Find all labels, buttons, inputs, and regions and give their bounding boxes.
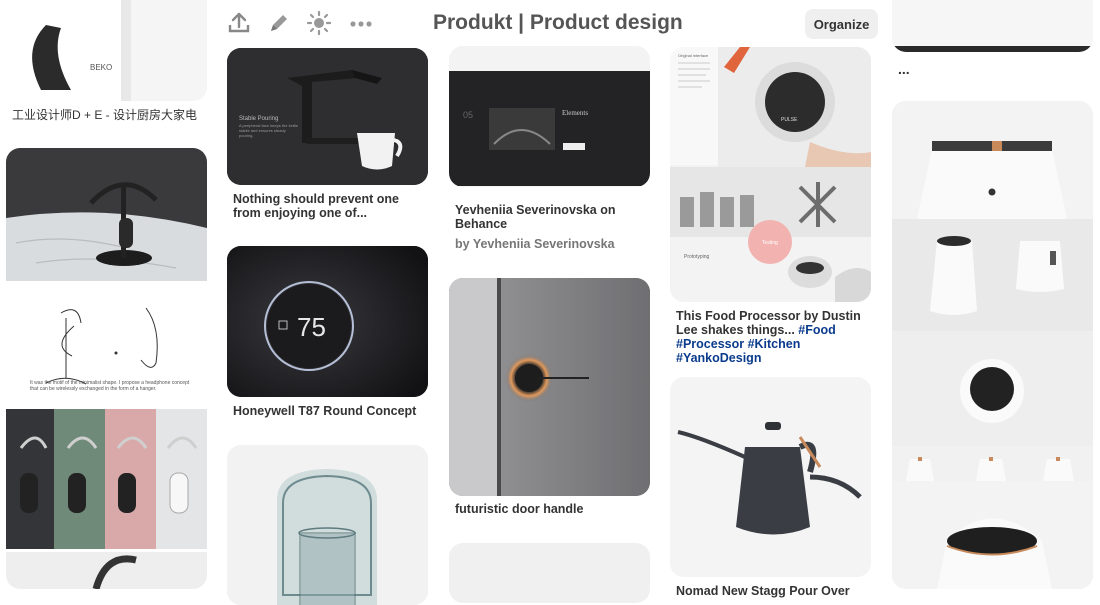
pin-title[interactable]: Nomad New Stagg Pour Over <box>676 584 871 598</box>
pin-card-appliance[interactable] <box>892 101 1093 589</box>
svg-text:BEKO: BEKO <box>90 63 112 72</box>
pin-card-food-processor[interactable]: Original interface PULSE Testing Prototy… <box>670 47 871 302</box>
pin-column-2: Stable Pouring A peripheral face keeps t… <box>227 0 428 605</box>
pin-image: 05 Elements <box>449 46 650 187</box>
pin-image: Original interface PULSE Testing Prototy… <box>670 47 871 302</box>
pin-image: BEKO <box>6 0 207 101</box>
pin-image <box>892 101 1093 589</box>
svg-text:Original interface: Original interface <box>678 53 709 58</box>
svg-text:05: 05 <box>463 110 473 120</box>
pin-image: 75 <box>227 246 428 397</box>
pin-card-kettle-stagg[interactable] <box>670 377 871 577</box>
pin-image: Stable Pouring A peripheral face keeps t… <box>227 48 428 185</box>
svg-text:75: 75 <box>297 312 326 342</box>
pin-title[interactable]: This Food Processor by Dustin Lee shakes… <box>676 309 871 365</box>
pin-title[interactable]: futuristic door handle <box>455 502 650 516</box>
pin-image: It was the motif of the minimalist shape… <box>6 148 207 589</box>
pin-column-3: 05 Elements Yevheniia Severinovska on Be… <box>449 0 650 603</box>
pin-image <box>449 278 650 496</box>
svg-text:PULSE: PULSE <box>781 117 798 123</box>
svg-text:Prototyping: Prototyping <box>684 254 710 260</box>
pin-title[interactable]: Honeywell T87 Round Concept <box>233 404 428 418</box>
pin-card-beko[interactable]: BEKO <box>6 0 207 101</box>
pin-card-door-handle[interactable] <box>449 278 650 496</box>
pin-card-top-right[interactable] <box>892 0 1093 52</box>
svg-text:Testing: Testing <box>762 240 778 246</box>
pin-title[interactable]: Yevheniia Severinovska on Behance <box>455 203 650 231</box>
pin-image <box>892 0 1093 52</box>
pin-column-4: Original interface PULSE Testing Prototy… <box>670 0 871 598</box>
more-button[interactable]: ... <box>898 62 1093 76</box>
pin-card-thermostat[interactable]: 75 <box>227 246 428 397</box>
pin-title[interactable]: 工业设计师D + E - 设计厨房大家电 <box>12 108 207 122</box>
pin-column-5: ... <box>892 0 1093 589</box>
pin-title[interactable]: Nothing should prevent one from enjoying… <box>233 192 428 220</box>
pin-image <box>670 377 871 577</box>
svg-text:Elements: Elements <box>562 109 588 117</box>
pin-card-glass-vase[interactable] <box>227 445 428 605</box>
pin-card-behance[interactable]: 05 Elements <box>449 46 650 187</box>
pin-card-headphones[interactable]: It was the motif of the minimalist shape… <box>6 148 207 589</box>
pin-column-1: BEKO 工业设计师D + E - 设计厨房大家电 It was the mot… <box>6 0 207 589</box>
pin-card-grey[interactable] <box>449 543 650 603</box>
pin-author[interactable]: by Yevheniia Severinovska <box>455 237 650 251</box>
pin-card-kettle[interactable]: Stable Pouring A peripheral face keeps t… <box>227 48 428 185</box>
svg-text:Stable Pouring: Stable Pouring <box>239 116 278 122</box>
pin-image <box>227 445 428 605</box>
